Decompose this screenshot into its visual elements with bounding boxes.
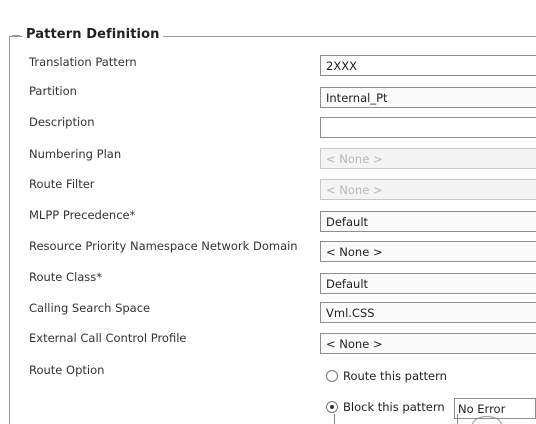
numbering-plan-label: Numbering Plan: [29, 147, 122, 161]
route-class-select[interactable]: Default: [320, 273, 536, 294]
block-this-pattern-radio[interactable]: [326, 401, 338, 413]
calling-search-space-select[interactable]: Vml.CSS: [320, 302, 536, 323]
route-this-pattern-option[interactable]: Route this pattern: [321, 367, 536, 389]
description-label: Description: [29, 115, 95, 129]
mlpp-precedence-label: MLPP Precedence*: [29, 208, 136, 222]
resource-priority-label: Resource Priority Namespace Network Doma…: [29, 239, 298, 253]
route-this-pattern-radio[interactable]: [326, 370, 338, 382]
resource-priority-select[interactable]: < None >: [320, 241, 536, 262]
external-call-control-select[interactable]: < None >: [320, 333, 536, 354]
route-this-pattern-label: Route this pattern: [343, 369, 447, 383]
route-option-label: Route Option: [29, 363, 105, 377]
cropped-bottom-controls: [332, 414, 512, 424]
translation-pattern-input[interactable]: 2XXX: [320, 55, 536, 76]
partition-select[interactable]: Internal_Pt: [320, 87, 536, 108]
route-class-label: Route Class*: [29, 270, 103, 284]
external-call-control-label: External Call Control Profile: [29, 331, 187, 345]
route-filter-select: < None >: [320, 179, 536, 200]
cropped-round-icon: [472, 416, 502, 424]
cropped-control-edge: [457, 414, 458, 424]
description-input[interactable]: [320, 117, 536, 138]
route-filter-label: Route Filter: [29, 177, 95, 191]
pattern-definition-page: Pattern Definition Translation Pattern 2…: [0, 0, 536, 424]
pattern-definition-legend: Pattern Definition: [12, 27, 164, 42]
block-this-pattern-label: Block this pattern: [343, 400, 445, 414]
partition-label: Partition: [29, 84, 77, 98]
mlpp-precedence-select[interactable]: Default: [320, 211, 536, 232]
cropped-control-edge: [334, 414, 335, 424]
legend-dash: [12, 35, 20, 36]
calling-search-space-label: Calling Search Space: [29, 301, 151, 315]
legend-text: Pattern Definition: [26, 27, 160, 42]
numbering-plan-select: < None >: [320, 148, 536, 169]
translation-pattern-label: Translation Pattern: [29, 55, 137, 69]
